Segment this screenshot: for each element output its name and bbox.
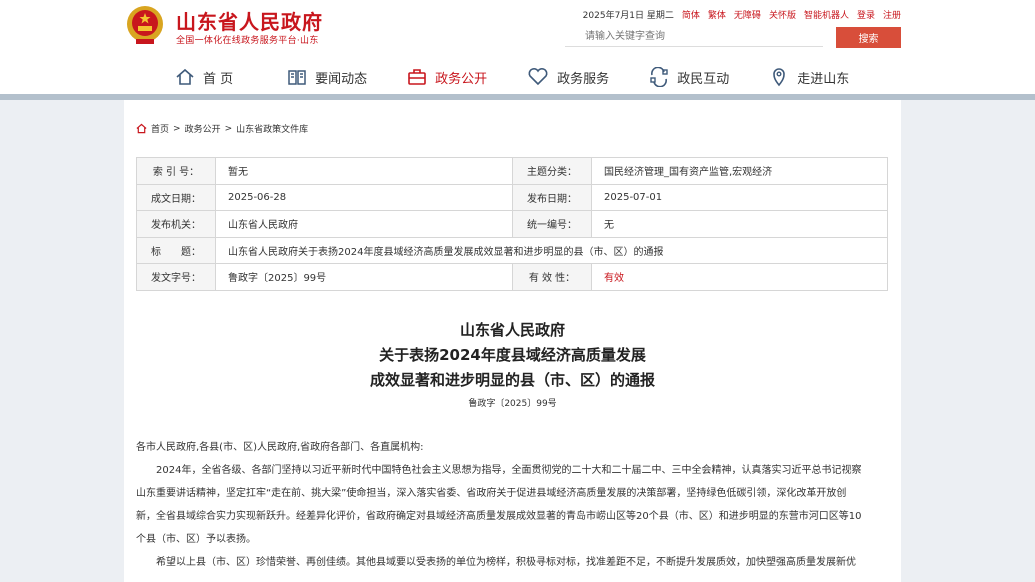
nav-home-label: 首 页	[203, 71, 234, 87]
breadcrumb-policy-library[interactable]: 山东省政策文件库	[236, 122, 308, 135]
link-simplified[interactable]: 简体	[682, 8, 700, 21]
nav-gov-open[interactable]: 政务公开	[407, 61, 487, 93]
topic-label: 主题分类：	[512, 157, 592, 185]
paragraph-line: 2024年，全省各级、各部门坚持以习近平新时代中国特色社会主义思想为指导，全面贯…	[156, 465, 862, 476]
nav-interaction[interactable]: 政民互动	[649, 61, 729, 93]
nav-interaction-label: 政民互动	[677, 71, 730, 87]
salutation: 各市人民政府,各县(市、区)人民政府,省政府各部门、各直属机构:	[136, 442, 424, 453]
nav-gov-open-label: 政务公开	[435, 71, 488, 87]
document-title-line3: 成效显著和进步明显的县（市、区）的通报	[369, 371, 655, 389]
docno-label: 发文字号：	[136, 263, 216, 291]
document-title-line2: 关于表扬2024年度县域经济高质量发展	[379, 346, 646, 364]
news-icon	[288, 70, 306, 85]
home-icon	[136, 123, 147, 134]
briefcase-icon	[408, 69, 426, 85]
org-label: 发布机关：	[136, 210, 216, 238]
paragraph-line: 个县（市、区）予以表扬。	[136, 534, 256, 545]
nav-news-label: 要闻动态	[315, 71, 368, 87]
site-header: 山东省人民政府 全国一体化在线政务服务平台·山东 2025年7月1日 星期二 简…	[0, 0, 1035, 100]
nav-gov-service[interactable]: 政务服务	[527, 61, 609, 93]
table-row: 发文字号： 鲁政字〔2025〕99号 有 效 性： 有效	[136, 263, 888, 291]
nav-home[interactable]: 首 页	[175, 61, 233, 93]
link-care-mode[interactable]: 关怀版	[769, 8, 796, 21]
title-label: 标 题：	[136, 236, 216, 264]
link-robot[interactable]: 智能机器人	[804, 8, 849, 21]
publish-value: 2025-07-01	[591, 183, 888, 211]
table-row: 发布机关： 山东省人民政府 统一编号： 无	[136, 210, 888, 238]
link-register[interactable]: 注册	[883, 8, 901, 21]
validity-label: 有 效 性：	[512, 263, 592, 291]
table-row: 成文日期： 2025-06-28 发布日期： 2025-07-01	[136, 183, 888, 211]
nav-gov-service-label: 政务服务	[557, 71, 610, 87]
table-row: 标 题： 山东省人民政府关于表扬2024年度县域经济高质量发展成效显著和进步明显…	[136, 236, 888, 264]
search-input[interactable]	[565, 27, 823, 47]
docno-value: 鲁政字〔2025〕99号	[215, 263, 513, 291]
index-label: 索 引 号：	[136, 157, 216, 185]
paragraph-line: 新，全省县域综合实力实现新跃升。经差异化评价，省政府确定对县域经济高质量发展成效…	[136, 511, 862, 522]
heart-icon	[528, 67, 548, 86]
top-links: 2025年7月1日 星期二 简体 繁体 无障碍 关怀版 智能机器人 登录 注册	[583, 8, 901, 21]
link-accessibility[interactable]: 无障碍	[734, 8, 761, 21]
paragraph-line: 山东重要讲话精神，坚定扛牢“走在前、挑大梁”使命担当，深入落实省委、省政府关于促…	[136, 488, 847, 499]
interaction-icon	[650, 67, 668, 87]
breadcrumb-separator: >	[224, 123, 233, 134]
index-value: 暂无	[215, 157, 513, 185]
document-info-table: 索 引 号： 暂无 主题分类： 国民经济管理_国有资产监管,宏观经济 成文日期：…	[136, 157, 888, 291]
national-emblem-icon[interactable]	[125, 4, 165, 46]
nav-shandong[interactable]: 走进山东	[769, 61, 849, 93]
main-content: 首页 > 政务公开 > 山东省政策文件库 索 引 号： 暂无 主题分类： 国民经…	[124, 100, 901, 582]
table-row: 索 引 号： 暂无 主题分类： 国民经济管理_国有资产监管,宏观经济	[136, 157, 888, 185]
site-title[interactable]: 山东省人民政府	[176, 6, 323, 35]
paragraph-line: 希望以上县（市、区）珍惜荣誉、再创佳绩。其他县域要以受表扬的单位为榜样，积极寻标…	[156, 557, 856, 568]
link-traditional[interactable]: 繁体	[708, 8, 726, 21]
link-login[interactable]: 登录	[857, 8, 875, 21]
document-number: 鲁政字〔2025〕99号	[468, 399, 557, 409]
nav-shandong-label: 走进山东	[797, 71, 850, 87]
serial-value: 无	[591, 210, 888, 238]
org-value: 山东省人民政府	[215, 210, 513, 238]
main-nav: 首 页 要闻动态 政务公开 政务服务 政民互动 走进山东	[175, 61, 889, 93]
title-value: 山东省人民政府关于表扬2024年度县域经济高质量发展成效显著和进步明显的县（市、…	[215, 236, 888, 264]
validity-value: 有效	[591, 263, 888, 291]
breadcrumb: 首页 > 政务公开 > 山东省政策文件库	[136, 122, 308, 135]
nav-news[interactable]: 要闻动态	[287, 61, 367, 93]
home-icon	[176, 68, 194, 85]
date-label: 成文日期：	[136, 183, 216, 211]
document-title-line1: 山东省人民政府	[459, 321, 565, 339]
breadcrumb-gov-open[interactable]: 政务公开	[185, 122, 221, 135]
breadcrumb-separator: >	[173, 123, 181, 134]
current-date: 2025年7月1日 星期二	[582, 11, 674, 21]
topic-value: 国民经济管理_国有资产监管,宏观经济	[591, 157, 888, 185]
breadcrumb-home[interactable]: 首页	[151, 122, 169, 135]
location-icon	[773, 68, 786, 87]
publish-label: 发布日期：	[512, 183, 592, 211]
site-subtitle: 全国一体化在线政务服务平台·山东	[176, 36, 319, 46]
search-button[interactable]: 搜索	[836, 27, 901, 48]
date-value: 2025-06-28	[215, 183, 513, 211]
serial-label: 统一编号：	[512, 210, 592, 238]
